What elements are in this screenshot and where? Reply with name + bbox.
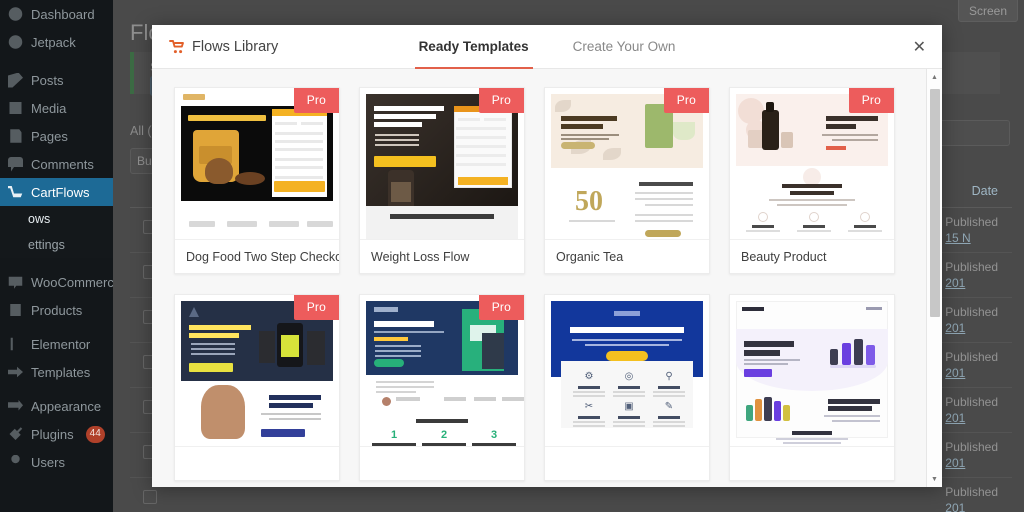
template-card[interactable]: ⚲ ☺ ◉ (729, 294, 895, 481)
template-card[interactable]: Pro (174, 87, 340, 274)
pro-badge: Pro (663, 88, 709, 113)
template-card[interactable]: Pro (729, 87, 895, 274)
cartflows-cart-icon (169, 39, 185, 55)
pro-badge: Pro (293, 295, 339, 320)
template-preview-blue-agency: ⚙ ◎ ⚲ ✂ ▣ ✎ (545, 295, 709, 446)
modal-header: Flows Library Ready Templates Create You… (152, 25, 942, 69)
template-thumbnail: Pro (730, 88, 894, 240)
template-title (730, 447, 894, 480)
template-card[interactable]: Pro (359, 87, 525, 274)
tab-label: Ready Templates (418, 39, 529, 54)
template-thumbnail: Pro (360, 88, 524, 240)
templates-scroll-region: Pro Dog Food Two Step Checkou Pro Weight… (152, 69, 926, 487)
template-card[interactable]: Pro (359, 294, 525, 481)
tab-ready-templates[interactable]: Ready Templates (414, 25, 533, 69)
template-title (175, 447, 339, 480)
template-title (360, 447, 524, 480)
template-title: Beauty Product (741, 249, 827, 264)
template-card[interactable]: ⚙ ◎ ⚲ ✂ ▣ ✎ (544, 294, 710, 481)
flows-library-modal: Flows Library Ready Templates Create You… (152, 25, 942, 487)
modal-brand: Flows Library (152, 25, 278, 68)
wordpress-admin-screen: Dashboard Jetpack Posts Media Pages Comm… (0, 0, 1024, 512)
pro-badge: Pro (848, 88, 894, 113)
template-thumbnail: Pro (545, 88, 709, 240)
chevron-down-icon[interactable]: ▼ (927, 471, 942, 487)
modal-body: Pro Dog Food Two Step Checkou Pro Weight… (152, 69, 942, 487)
template-thumbnail: Pro (360, 295, 524, 447)
template-thumbnail: Pro (175, 295, 339, 447)
template-title: Dog Food Two Step Checkou (186, 249, 339, 264)
pro-badge: Pro (293, 88, 339, 113)
scrollbar-thumb[interactable] (930, 89, 940, 317)
close-icon[interactable]: ✕ (913, 25, 926, 68)
modal-scrollbar[interactable]: ▲ ▼ (926, 69, 942, 487)
pro-badge: Pro (478, 295, 524, 320)
templates-grid: Pro Dog Food Two Step Checkou Pro Weight… (174, 87, 926, 481)
modal-title: Flows Library (192, 38, 279, 55)
template-title: Organic Tea (556, 249, 624, 264)
template-title: Weight Loss Flow (371, 249, 470, 264)
template-card[interactable]: Pro (544, 87, 710, 274)
template-thumbnail: ⚲ ☺ ◉ (730, 295, 894, 447)
pro-badge: Pro (478, 88, 524, 113)
tab-label: Create Your Own (572, 39, 676, 54)
tab-create-your-own[interactable]: Create Your Own (569, 25, 680, 68)
template-title (545, 447, 709, 480)
template-card[interactable]: Pro (174, 294, 340, 481)
template-preview-purple-agency: ⚲ ☺ ◉ (730, 295, 894, 446)
chevron-up-icon[interactable]: ▲ (927, 69, 942, 85)
template-thumbnail: Pro (175, 88, 339, 240)
template-thumbnail: ⚙ ◎ ⚲ ✂ ▣ ✎ (545, 295, 709, 447)
